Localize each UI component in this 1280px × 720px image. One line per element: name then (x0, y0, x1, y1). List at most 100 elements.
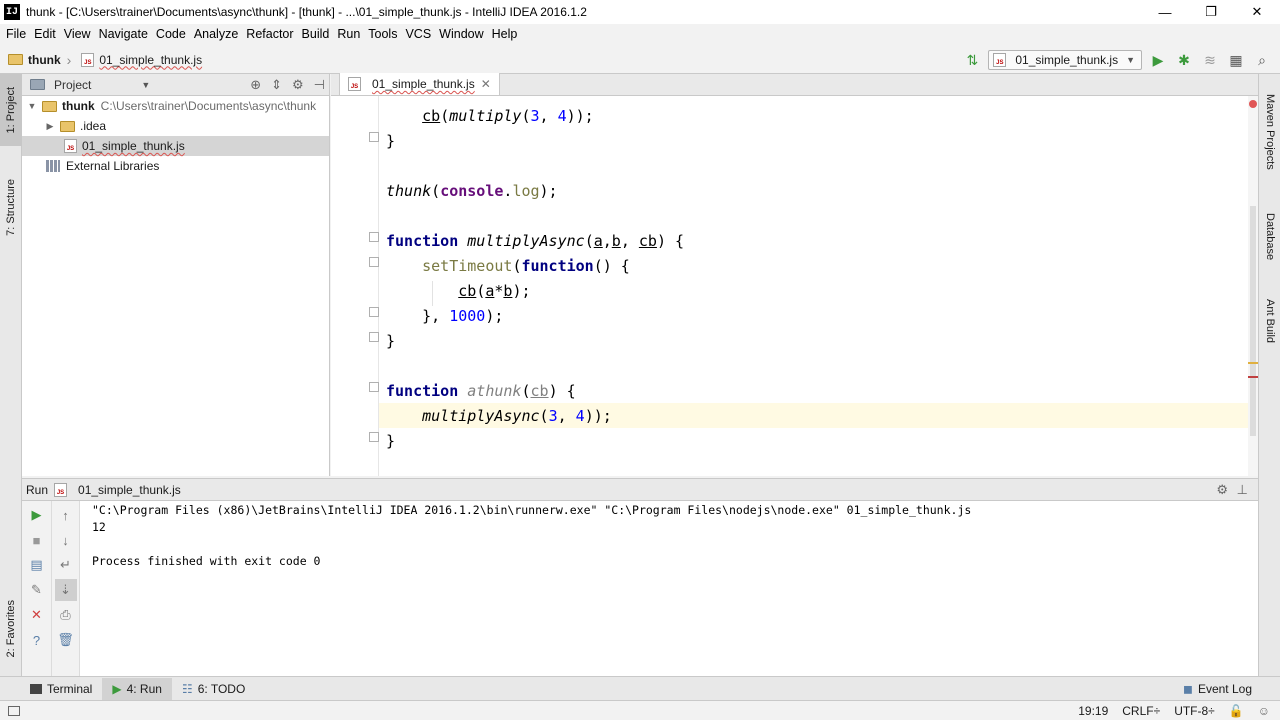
tool-tab-database-label: Database (1264, 213, 1276, 261)
code-line[interactable]: }, 1000); (379, 303, 503, 328)
close-run-icon[interactable]: ✕ (26, 604, 48, 626)
breadcrumb-file[interactable]: JS 01_simple_thunk.js (73, 52, 206, 67)
pin-icon[interactable]: ✎ (26, 579, 48, 601)
maximize-button[interactable]: ❐ (1188, 0, 1234, 24)
file-encoding[interactable]: UTF-8÷ (1174, 704, 1215, 718)
code-line[interactable]: cb(a * b); (379, 278, 530, 303)
fold-marker-icon[interactable] (369, 382, 379, 392)
code-token: } (386, 431, 396, 450)
tree-item-external-libraries[interactable]: External Libraries (22, 156, 329, 176)
menu-help[interactable]: Help (488, 27, 522, 41)
fold-marker-icon[interactable] (369, 232, 379, 242)
gear-icon[interactable]: ⚙ (1216, 482, 1228, 498)
print-icon[interactable]: ⎙ (55, 604, 77, 626)
tool-tab-project[interactable]: 1: Project (0, 74, 22, 146)
code-area[interactable]: cb(multiply(3, 4));} thunk(console. log); f… (379, 96, 1248, 476)
code-line[interactable]: cb(multiply(3, 4)); (379, 103, 594, 128)
collapse-all-icon[interactable]: ⇕ (271, 77, 282, 93)
lock-icon[interactable]: 🔓 (1229, 704, 1244, 718)
menu-build[interactable]: Build (298, 27, 334, 41)
tool-tab-run-label: 4: Run (126, 681, 162, 696)
menu-refactor[interactable]: Refactor (242, 27, 297, 41)
minimize-button[interactable]: — (1142, 0, 1188, 24)
menu-run[interactable]: Run (333, 27, 364, 41)
code-line[interactable] (379, 353, 386, 378)
code-line[interactable]: function athunk(cb) { (379, 378, 576, 403)
tool-tab-maven[interactable]: Maven Projects (1259, 82, 1280, 182)
event-log-icon: ◼ (1182, 681, 1193, 696)
code-line[interactable]: function multiplyAsync(a, b, cb) { (379, 228, 684, 253)
menu-navigate[interactable]: Navigate (95, 27, 152, 41)
editor-tab-01-simple-thunk[interactable]: JS 01_simple_thunk.js ✕ (339, 73, 500, 95)
run-panel-config[interactable]: 01_simple_thunk.js (78, 483, 181, 497)
coverage-icon[interactable]: ≋ (1200, 50, 1220, 70)
menu-tools[interactable]: Tools (364, 27, 401, 41)
tree-item-file[interactable]: JS 01_simple_thunk.js (22, 136, 329, 156)
arrow-up-icon[interactable]: ↑ (55, 504, 77, 526)
locate-icon[interactable]: ⊕ (250, 77, 261, 93)
breadcrumb-project[interactable]: thunk (0, 53, 65, 67)
fold-marker-icon[interactable] (369, 257, 379, 267)
line-separator[interactable]: CRLF÷ (1122, 704, 1160, 718)
fold-marker-icon[interactable] (369, 132, 379, 142)
soft-wrap-icon[interactable]: ↵ (55, 554, 77, 576)
tool-windows-toggle-icon[interactable] (8, 705, 20, 716)
debug-icon[interactable]: ✱ (1174, 50, 1194, 70)
tool-tab-favorites[interactable]: 2: Favorites (0, 584, 22, 674)
code-line[interactable]: } (379, 328, 395, 353)
fold-marker-icon[interactable] (369, 307, 379, 317)
stop-icon[interactable]: ■ (26, 529, 48, 551)
code-token: , (557, 406, 576, 425)
run-configuration-select[interactable]: JS 01_simple_thunk.js ▼ (988, 50, 1142, 70)
tool-tab-database[interactable]: Database (1259, 202, 1280, 272)
console-output[interactable]: "C:\Program Files (x86)\JetBrains\Intell… (92, 503, 1244, 571)
code-line[interactable] (379, 203, 386, 228)
tool-tab-event-log[interactable]: ◼ Event Log (1173, 678, 1262, 700)
menu-code[interactable]: Code (152, 27, 190, 41)
menu-edit[interactable]: Edit (30, 27, 60, 41)
menu-vcs[interactable]: VCS (401, 27, 435, 41)
caret-position[interactable]: 19:19 (1078, 704, 1108, 718)
restore-layout-icon[interactable]: ▤ (26, 554, 48, 576)
tree-item-root[interactable]: ▼ thunk C:\Users\trainer\Documents\async… (22, 96, 329, 116)
hide-panel-icon[interactable]: ⊥ (1237, 482, 1248, 498)
scroll-to-end-icon[interactable]: ⇣ (54, 579, 77, 601)
fold-marker-icon[interactable] (369, 332, 379, 342)
code-line[interactable]: } (379, 428, 395, 453)
code-line[interactable] (379, 153, 386, 178)
help-icon[interactable]: ? (26, 629, 48, 651)
expanded-triangle-icon[interactable]: ▼ (26, 101, 38, 111)
inspector-icon[interactable]: ☺ (1258, 704, 1270, 718)
gear-icon[interactable]: ⚙ (292, 77, 304, 93)
clear-all-icon[interactable]: 🗑 (55, 629, 77, 651)
menu-view[interactable]: View (60, 27, 95, 41)
menu-window[interactable]: Window (435, 27, 487, 41)
tool-tab-structure[interactable]: 7: Structure (0, 162, 22, 252)
code-line[interactable]: } (379, 128, 395, 153)
menu-file[interactable]: File (2, 27, 30, 41)
close-tab-icon[interactable]: ✕ (481, 77, 491, 91)
project-view-select[interactable]: Project (54, 78, 91, 92)
tool-tab-ant[interactable]: Ant Build (1259, 288, 1280, 354)
collapsed-triangle-icon[interactable]: ▶ (44, 121, 56, 132)
tree-item-idea[interactable]: ▶ .idea (22, 116, 329, 136)
rerun-icon[interactable]: ▶ (26, 504, 48, 526)
editor-gutter[interactable] (331, 96, 379, 476)
tool-tab-terminal[interactable]: Terminal (20, 678, 102, 700)
close-window-button[interactable]: ✕ (1234, 0, 1280, 24)
code-line[interactable]: thunk(console. log); (379, 178, 558, 203)
code-line[interactable]: setTimeout(function() { (379, 253, 630, 278)
hide-panel-icon[interactable]: ⊣ (314, 77, 325, 93)
search-icon[interactable]: ⌕ (1252, 50, 1272, 70)
project-structure-icon[interactable]: ▦ (1226, 50, 1246, 70)
fold-marker-icon[interactable] (369, 432, 379, 442)
arrow-down-icon[interactable]: ↓ (55, 529, 77, 551)
error-stripe[interactable] (1248, 96, 1258, 476)
tool-tab-run[interactable]: ▶ 4: Run (102, 677, 172, 700)
code-line[interactable]: multiplyAsync(3, 4)); (379, 403, 1248, 428)
run-icon[interactable]: ▶ (1148, 50, 1168, 70)
scroll-thumb[interactable] (1250, 206, 1256, 436)
vcs-arrows-icon[interactable]: ⇅ (962, 50, 982, 70)
tool-tab-todo[interactable]: ☷ 6: TODO (172, 678, 255, 700)
menu-analyze[interactable]: Analyze (190, 27, 242, 41)
